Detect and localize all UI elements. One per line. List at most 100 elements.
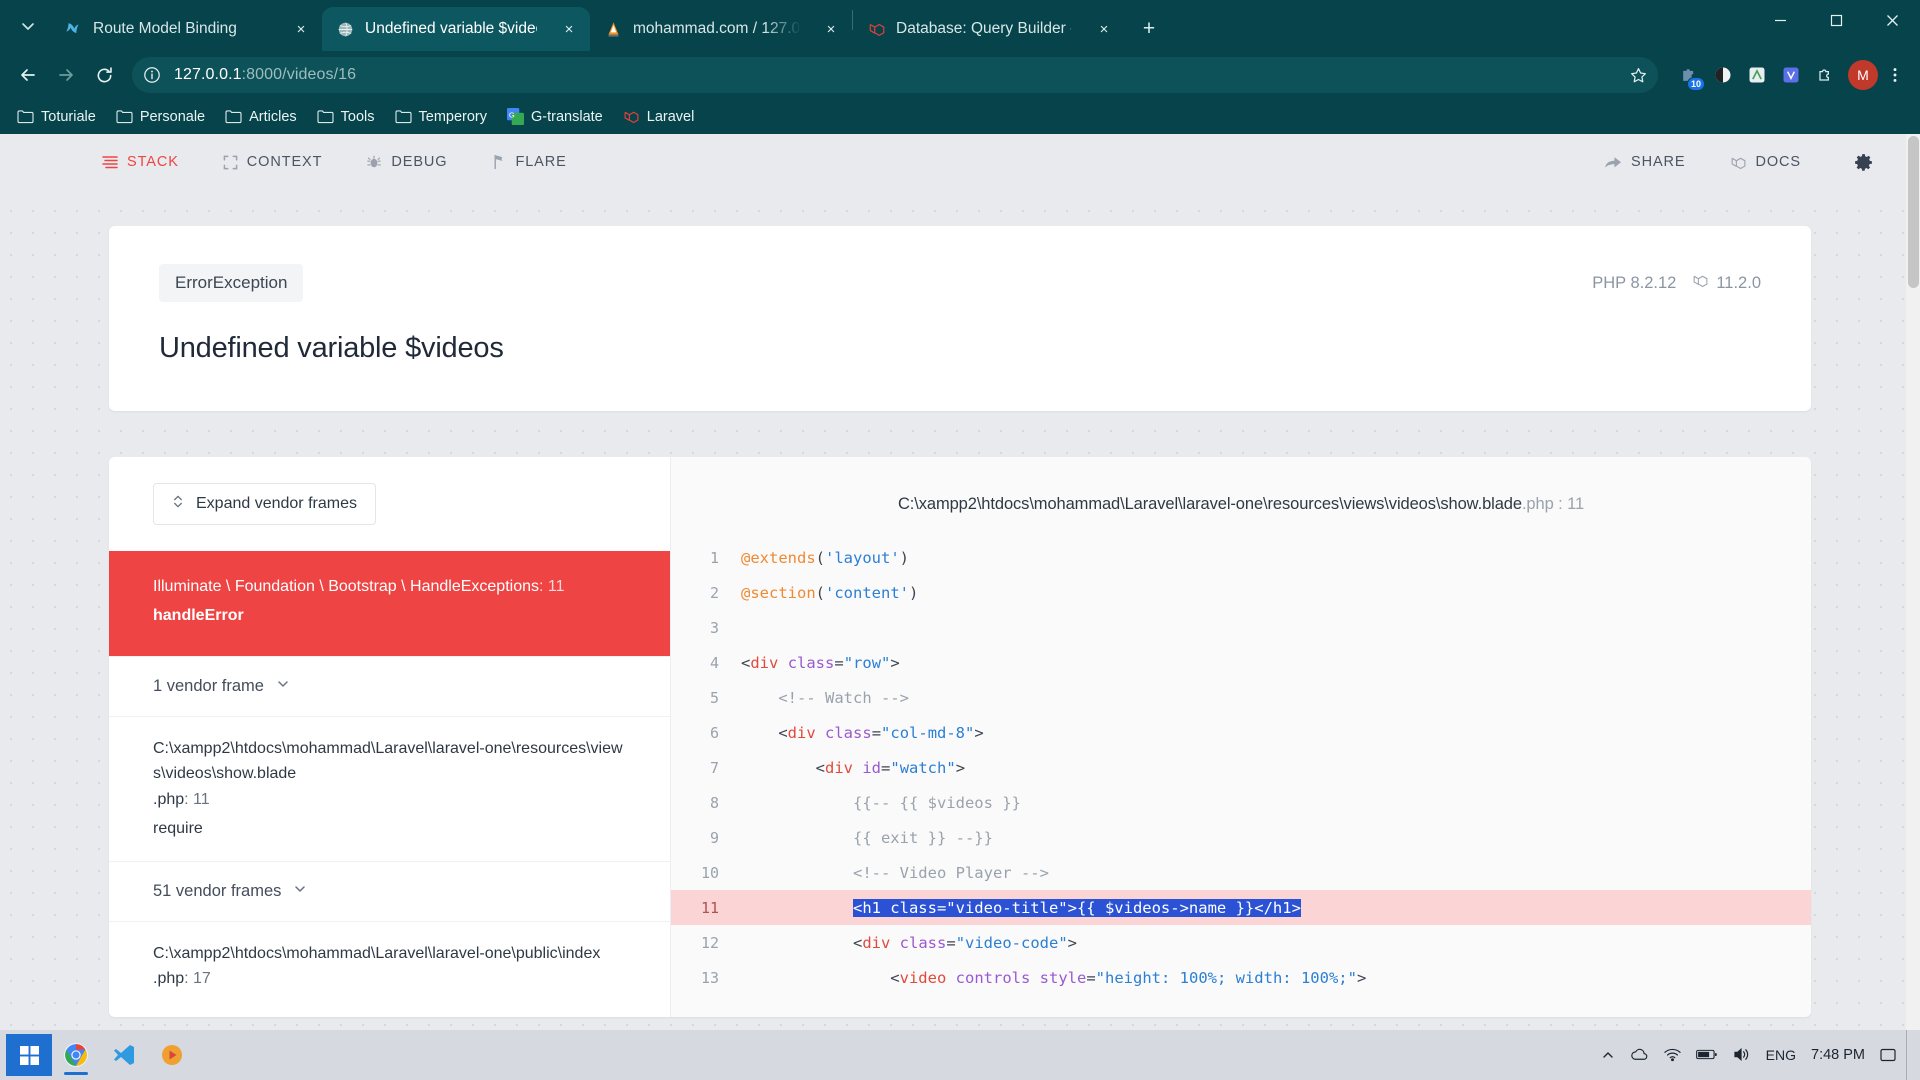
expand-vendor-frames-button[interactable]: Expand vendor frames xyxy=(153,483,376,525)
vendor-frames-group[interactable]: 51 vendor frames xyxy=(109,860,670,921)
share-button[interactable]: SHARE xyxy=(1605,154,1685,170)
code-token: = xyxy=(1086,968,1096,987)
docs-button[interactable]: DOCS xyxy=(1730,154,1802,171)
code-line-content: <div class="row"> xyxy=(741,654,900,672)
language-indicator[interactable]: ENG xyxy=(1766,1047,1796,1063)
tab-close-button[interactable]: × xyxy=(290,18,312,40)
taskbar-media-player-icon[interactable] xyxy=(148,1033,196,1077)
bookmarks-bar: Toturiale Personale Articles Tools Tempe… xyxy=(0,99,1920,134)
code-line-number: 7 xyxy=(709,758,719,777)
tab-context[interactable]: CONTEXT xyxy=(223,154,323,170)
ignition-nav-left: STACK CONTEXT DEBUG FLARE xyxy=(46,154,567,170)
tab-close-button[interactable]: × xyxy=(1093,18,1115,40)
extensions-puzzle-icon[interactable] xyxy=(1810,60,1840,90)
browser-tab-active[interactable]: Undefined variable $videos × xyxy=(322,7,590,51)
browser-tab[interactable]: mohammad.com / 127.0.0.1 / la × xyxy=(590,7,852,51)
tab-flare[interactable]: FLARE xyxy=(491,154,566,170)
forward-button[interactable] xyxy=(48,57,84,93)
code-token: > xyxy=(955,758,966,777)
reload-button[interactable] xyxy=(86,57,122,93)
show-hidden-icons-chevron[interactable] xyxy=(1601,1048,1615,1062)
code-token: > xyxy=(974,723,984,742)
show-desktop-button[interactable] xyxy=(1906,1030,1914,1080)
code-token: = xyxy=(834,653,844,672)
code-lines: 1 @extends('layout') 2 @section('content') 3… xyxy=(671,540,1811,995)
code-token: @extends xyxy=(741,548,816,567)
code-line-number: 3 xyxy=(709,618,719,637)
maximize-button[interactable] xyxy=(1808,0,1864,41)
browser-toolbar: 127.0.0.1:8000/videos/16 10 M xyxy=(0,51,1920,99)
scrollbar-thumb[interactable] xyxy=(1908,136,1919,288)
ignition-navbar: STACK CONTEXT DEBUG FLARE SHARE DOCS xyxy=(0,134,1920,190)
code-line: 1 @extends('layout') xyxy=(671,540,1811,575)
dark-reader-icon[interactable] xyxy=(1708,60,1738,90)
laravel-version-group: 11.2.0 xyxy=(1692,272,1761,294)
info-circle-icon[interactable] xyxy=(138,61,166,89)
close-window-button[interactable] xyxy=(1864,0,1920,41)
stack-frame[interactable]: C:\xampp2\htdocs\mohammad\Laravel\larave… xyxy=(109,716,670,861)
tab-search-icon[interactable] xyxy=(10,8,46,44)
back-button[interactable] xyxy=(10,57,46,93)
stack-frame[interactable]: C:\xampp2\htdocs\mohammad\Laravel\larave… xyxy=(109,920,670,1012)
code-line: 6 <div class="col-md-8"> xyxy=(671,715,1811,750)
browser-tab[interactable]: Database: Query Builder - Larav × xyxy=(853,7,1125,51)
network-icon[interactable] xyxy=(1663,1047,1681,1062)
bookmark-temperory[interactable]: Temperory xyxy=(386,104,497,129)
taskbar-vscode-icon[interactable] xyxy=(100,1033,148,1077)
bookmark-tools[interactable]: Tools xyxy=(308,104,384,129)
kebab-menu-icon[interactable] xyxy=(1880,60,1910,90)
code-token: < xyxy=(741,653,751,672)
star-icon[interactable] xyxy=(1629,66,1648,85)
profile-avatar[interactable]: M xyxy=(1848,60,1878,90)
bookmark-g-translate[interactable]: G G-translate xyxy=(498,104,612,129)
code-file-ext: .php : 11 xyxy=(1521,495,1585,513)
code-line-content: @extends('layout') xyxy=(741,549,909,567)
windows-taskbar: ENG 7:48 PM xyxy=(0,1030,1920,1080)
action-center-icon[interactable] xyxy=(1880,1048,1896,1062)
bookmark-articles[interactable]: Articles xyxy=(216,104,306,129)
nav-label: DOCS xyxy=(1755,154,1801,170)
onedrive-icon[interactable] xyxy=(1630,1047,1649,1062)
laravel-icon xyxy=(1692,272,1709,294)
page-scrollbar[interactable] xyxy=(1906,134,1920,1080)
address-bar[interactable]: 127.0.0.1:8000/videos/16 xyxy=(132,57,1658,93)
tab-close-button[interactable]: × xyxy=(558,18,580,40)
vendor-frames-group[interactable]: 1 vendor frame xyxy=(109,656,670,716)
windows-start-icon[interactable] xyxy=(6,1034,52,1076)
vendor-frames-label: 1 vendor frame xyxy=(153,677,264,695)
frame-method: handleError xyxy=(153,607,244,624)
frame-file-ext: .php xyxy=(153,970,185,988)
taskbar-chrome-icon[interactable] xyxy=(52,1033,100,1077)
folder-icon xyxy=(116,108,133,125)
tab-stack[interactable]: STACK xyxy=(102,154,179,170)
tab-close-button[interactable]: × xyxy=(820,18,842,40)
code-token: div xyxy=(825,758,853,777)
code-token: @section xyxy=(741,583,816,602)
code-token: "height: 100%; width: 100%;" xyxy=(1095,968,1357,987)
code-token: < xyxy=(741,758,825,777)
grammar-extension-icon[interactable] xyxy=(1742,60,1772,90)
vimeo-extension-icon[interactable] xyxy=(1776,60,1806,90)
bookmark-toturiale[interactable]: Toturiale xyxy=(8,104,105,129)
tab-title: mohammad.com / 127.0.0.1 / la xyxy=(633,20,801,37)
battery-icon[interactable] xyxy=(1695,1048,1718,1061)
code-token: < xyxy=(741,723,788,742)
minimize-button[interactable] xyxy=(1752,0,1808,41)
code-token: "watch" xyxy=(890,758,956,777)
code-token: = xyxy=(946,933,956,952)
code-token: style xyxy=(1039,968,1087,987)
bookmark-personale[interactable]: Personale xyxy=(107,104,214,129)
browser-tab[interactable]: Route Model Binding × xyxy=(50,7,322,51)
tab-debug[interactable]: DEBUG xyxy=(366,154,447,170)
gear-icon[interactable] xyxy=(1853,152,1874,173)
code-token: div xyxy=(862,933,891,952)
extension-puzzle-badge-icon[interactable]: 10 xyxy=(1674,60,1705,91)
stack-frame-selected[interactable]: Illuminate \ Foundation \ Bootstrap \ Ha… xyxy=(109,551,670,656)
taskbar-clock[interactable]: 7:48 PM xyxy=(1811,1047,1865,1064)
bookmark-label: G-translate xyxy=(531,108,603,125)
volume-icon[interactable] xyxy=(1733,1047,1751,1062)
bookmark-laravel[interactable]: Laravel xyxy=(614,104,704,129)
new-tab-button[interactable]: + xyxy=(1133,13,1165,45)
